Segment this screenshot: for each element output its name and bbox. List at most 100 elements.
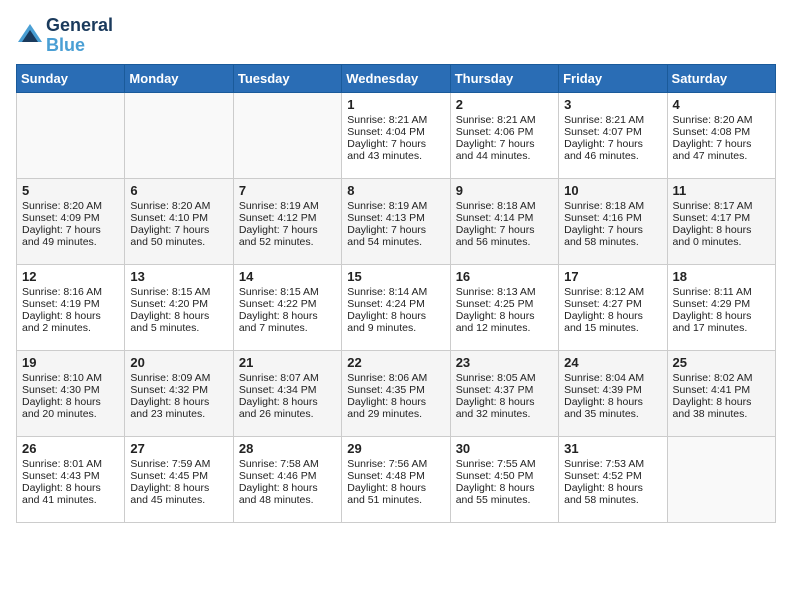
- day-number: 14: [239, 269, 336, 284]
- weekday-header: Sunday: [17, 64, 125, 92]
- sunset-info: Sunset: 4:13 PM: [347, 212, 444, 224]
- sunset-info: Sunset: 4:32 PM: [130, 384, 227, 396]
- calendar-cell: 5Sunrise: 8:20 AMSunset: 4:09 PMDaylight…: [17, 178, 125, 264]
- sunrise-info: Sunrise: 8:21 AM: [564, 114, 661, 126]
- sunrise-info: Sunrise: 8:07 AM: [239, 372, 336, 384]
- sunrise-info: Sunrise: 8:15 AM: [130, 286, 227, 298]
- calendar-table: SundayMondayTuesdayWednesdayThursdayFrid…: [16, 64, 776, 523]
- sunrise-info: Sunrise: 8:14 AM: [347, 286, 444, 298]
- sunset-info: Sunset: 4:30 PM: [22, 384, 119, 396]
- daylight-info: Daylight: 8 hours and 51 minutes.: [347, 482, 444, 506]
- logo-icon: [16, 22, 44, 50]
- daylight-info: Daylight: 8 hours and 55 minutes.: [456, 482, 553, 506]
- logo-text: General Blue: [46, 16, 113, 56]
- calendar-cell: 8Sunrise: 8:19 AMSunset: 4:13 PMDaylight…: [342, 178, 450, 264]
- calendar-cell: 22Sunrise: 8:06 AMSunset: 4:35 PMDayligh…: [342, 350, 450, 436]
- day-number: 2: [456, 97, 553, 112]
- day-number: 17: [564, 269, 661, 284]
- day-number: 18: [673, 269, 770, 284]
- daylight-info: Daylight: 8 hours and 12 minutes.: [456, 310, 553, 334]
- sunrise-info: Sunrise: 8:16 AM: [22, 286, 119, 298]
- daylight-info: Daylight: 7 hours and 46 minutes.: [564, 138, 661, 162]
- weekday-header: Saturday: [667, 64, 775, 92]
- calendar-cell: 4Sunrise: 8:20 AMSunset: 4:08 PMDaylight…: [667, 92, 775, 178]
- calendar-cell: 19Sunrise: 8:10 AMSunset: 4:30 PMDayligh…: [17, 350, 125, 436]
- sunrise-info: Sunrise: 8:12 AM: [564, 286, 661, 298]
- logo: General Blue: [16, 16, 113, 56]
- calendar-cell: [17, 92, 125, 178]
- daylight-info: Daylight: 8 hours and 15 minutes.: [564, 310, 661, 334]
- day-number: 20: [130, 355, 227, 370]
- calendar-cell: [125, 92, 233, 178]
- calendar-cell: 21Sunrise: 8:07 AMSunset: 4:34 PMDayligh…: [233, 350, 341, 436]
- daylight-info: Daylight: 8 hours and 45 minutes.: [130, 482, 227, 506]
- daylight-info: Daylight: 7 hours and 47 minutes.: [673, 138, 770, 162]
- calendar-cell: 13Sunrise: 8:15 AMSunset: 4:20 PMDayligh…: [125, 264, 233, 350]
- daylight-info: Daylight: 8 hours and 23 minutes.: [130, 396, 227, 420]
- calendar-cell: 17 Sunrise: 8:12 AMSunset: 4:27 PMDayligh…: [559, 264, 667, 350]
- calendar-cell: 1Sunrise: 8:21 AMSunset: 4:04 PMDaylight…: [342, 92, 450, 178]
- calendar-cell: 16Sunrise: 8:13 AMSunset: 4:25 PMDayligh…: [450, 264, 558, 350]
- sunset-info: Sunset: 4:14 PM: [456, 212, 553, 224]
- sunrise-info: Sunrise: 7:53 AM: [564, 458, 661, 470]
- calendar-cell: 24Sunrise: 8:04 AMSunset: 4:39 PMDayligh…: [559, 350, 667, 436]
- daylight-info: Daylight: 8 hours and 29 minutes.: [347, 396, 444, 420]
- day-number: 6: [130, 183, 227, 198]
- daylight-info: Daylight: 7 hours and 50 minutes.: [130, 224, 227, 248]
- sunset-info: Sunset: 4:48 PM: [347, 470, 444, 482]
- day-number: 22: [347, 355, 444, 370]
- calendar-week-row: 12Sunrise: 8:16 AMSunset: 4:19 PMDayligh…: [17, 264, 776, 350]
- calendar-cell: 10Sunrise: 8:18 AMSunset: 4:16 PMDayligh…: [559, 178, 667, 264]
- sunrise-info: Sunrise: 8:20 AM: [130, 200, 227, 212]
- day-number: 25: [673, 355, 770, 370]
- day-number: 21: [239, 355, 336, 370]
- sunrise-info: Sunrise: 7:59 AM: [130, 458, 227, 470]
- daylight-info: Daylight: 8 hours and 48 minutes.: [239, 482, 336, 506]
- sunset-info: Sunset: 4:25 PM: [456, 298, 553, 310]
- daylight-info: Daylight: 8 hours and 58 minutes.: [564, 482, 661, 506]
- sunset-info: Sunset: 4:08 PM: [673, 126, 770, 138]
- day-number: 11: [673, 183, 770, 198]
- calendar-body: 1Sunrise: 8:21 AMSunset: 4:04 PMDaylight…: [17, 92, 776, 522]
- sunrise-info: Sunrise: 8:15 AM: [239, 286, 336, 298]
- calendar-cell: 9Sunrise: 8:18 AMSunset: 4:14 PMDaylight…: [450, 178, 558, 264]
- calendar-cell: 6Sunrise: 8:20 AMSunset: 4:10 PMDaylight…: [125, 178, 233, 264]
- calendar-week-row: 26Sunrise: 8:01 AMSunset: 4:43 PMDayligh…: [17, 436, 776, 522]
- sunset-info: Sunset: 4:09 PM: [22, 212, 119, 224]
- sunrise-info: Sunrise: 8:21 AM: [347, 114, 444, 126]
- calendar-cell: 28Sunrise: 7:58 AMSunset: 4:46 PMDayligh…: [233, 436, 341, 522]
- calendar-cell: 30Sunrise: 7:55 AMSunset: 4:50 PMDayligh…: [450, 436, 558, 522]
- calendar-cell: 31Sunrise: 7:53 AMSunset: 4:52 PMDayligh…: [559, 436, 667, 522]
- sunrise-info: Sunrise: 8:01 AM: [22, 458, 119, 470]
- calendar-week-row: 19Sunrise: 8:10 AMSunset: 4:30 PMDayligh…: [17, 350, 776, 436]
- day-number: 27: [130, 441, 227, 456]
- sunset-info: Sunset: 4:41 PM: [673, 384, 770, 396]
- sunset-info: Sunset: 4:43 PM: [22, 470, 119, 482]
- weekday-header: Wednesday: [342, 64, 450, 92]
- calendar-cell: 14Sunrise: 8:15 AMSunset: 4:22 PMDayligh…: [233, 264, 341, 350]
- sunset-info: Sunset: 4:12 PM: [239, 212, 336, 224]
- daylight-info: Daylight: 7 hours and 58 minutes.: [564, 224, 661, 248]
- calendar-header: SundayMondayTuesdayWednesdayThursdayFrid…: [17, 64, 776, 92]
- calendar-cell: 15Sunrise: 8:14 AMSunset: 4:24 PMDayligh…: [342, 264, 450, 350]
- calendar-cell: 3Sunrise: 8:21 AMSunset: 4:07 PMDaylight…: [559, 92, 667, 178]
- daylight-info: Daylight: 8 hours and 9 minutes.: [347, 310, 444, 334]
- calendar-cell: 26Sunrise: 8:01 AMSunset: 4:43 PMDayligh…: [17, 436, 125, 522]
- sunrise-info: Sunrise: 8:11 AM: [673, 286, 770, 298]
- sunset-info: Sunset: 4:27 PM: [564, 298, 661, 310]
- daylight-info: Daylight: 8 hours and 2 minutes.: [22, 310, 119, 334]
- daylight-info: Daylight: 8 hours and 38 minutes.: [673, 396, 770, 420]
- day-number: 9: [456, 183, 553, 198]
- sunset-info: Sunset: 4:16 PM: [564, 212, 661, 224]
- sunset-info: Sunset: 4:19 PM: [22, 298, 119, 310]
- calendar-cell: 11Sunrise: 8:17 AMSunset: 4:17 PMDayligh…: [667, 178, 775, 264]
- daylight-info: Daylight: 7 hours and 44 minutes.: [456, 138, 553, 162]
- sunrise-info: Sunrise: 8:17 AM: [673, 200, 770, 212]
- sunrise-info: Sunrise: 8:05 AM: [456, 372, 553, 384]
- calendar-cell: 2Sunrise: 8:21 AMSunset: 4:06 PMDaylight…: [450, 92, 558, 178]
- calendar-cell: 20Sunrise: 8:09 AMSunset: 4:32 PMDayligh…: [125, 350, 233, 436]
- sunrise-info: Sunrise: 7:55 AM: [456, 458, 553, 470]
- calendar-week-row: 1Sunrise: 8:21 AMSunset: 4:04 PMDaylight…: [17, 92, 776, 178]
- day-number: 23: [456, 355, 553, 370]
- day-number: 16: [456, 269, 553, 284]
